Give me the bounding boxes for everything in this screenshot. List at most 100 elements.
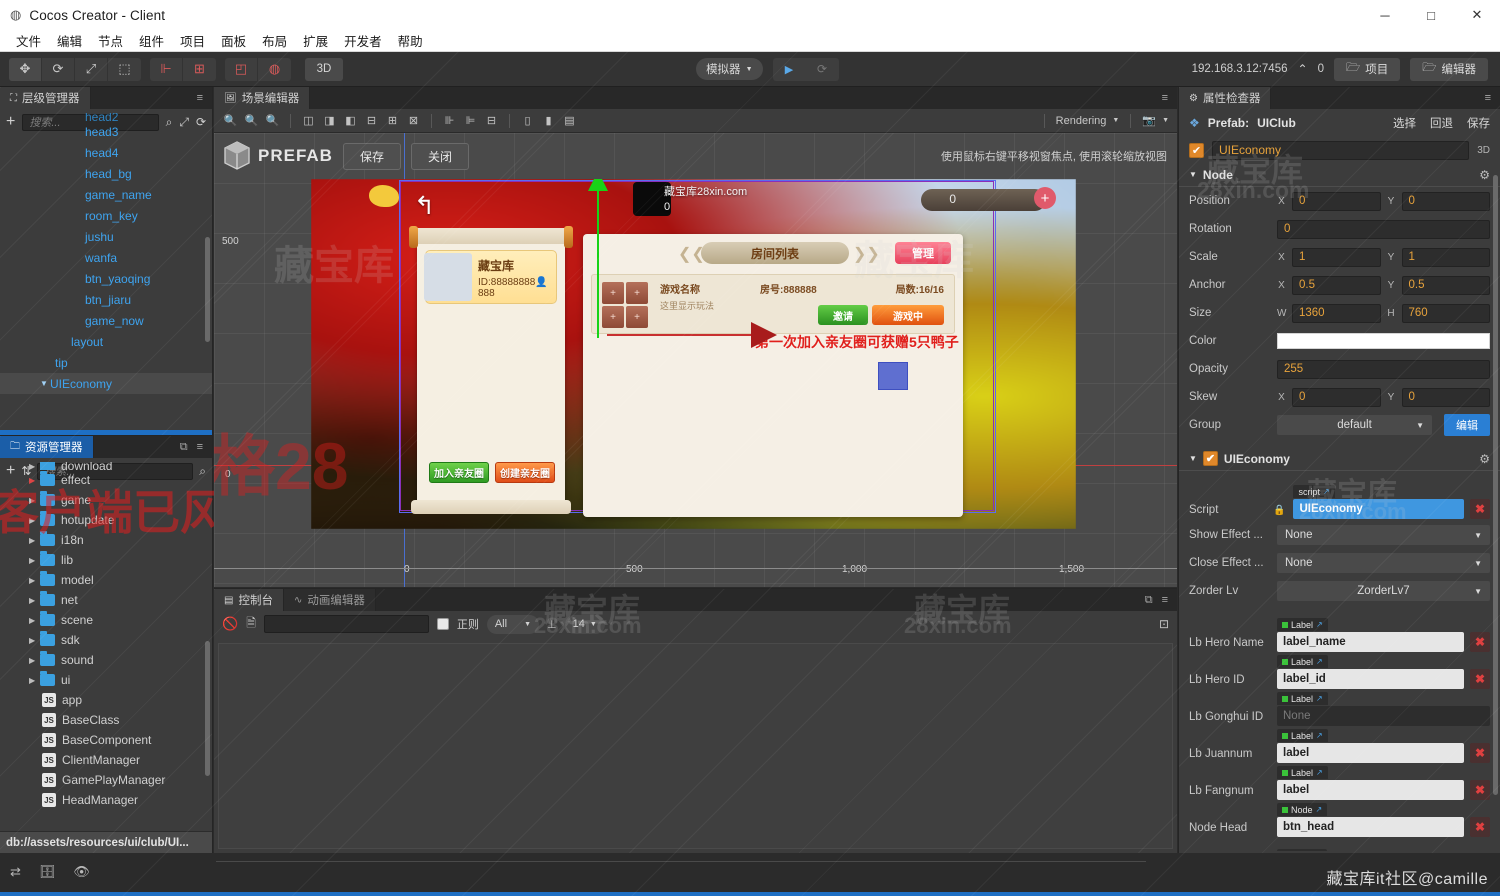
asset-row[interactable]: JS BaseComponent (0, 730, 212, 750)
chevron-right-icon[interactable]: ▶ (29, 616, 40, 625)
refresh-button[interactable]: ⟳ (806, 58, 839, 81)
prefab-close-button[interactable]: 关闭 (410, 142, 469, 170)
tree-node[interactable]: head3 (0, 121, 212, 142)
menu-layout[interactable]: 布局 (254, 29, 295, 52)
rendering-select-label[interactable]: Rendering (1056, 115, 1107, 127)
link-icon[interactable]: ↗ (1316, 657, 1323, 666)
size-h-input[interactable]: 760 (1401, 303, 1490, 323)
align-center-h-icon[interactable]: ◨ (321, 112, 338, 129)
asset-row[interactable]: ▶ sound (0, 650, 212, 670)
tree-node[interactable]: room_key (0, 205, 212, 226)
tree-node[interactable]: btn_yaoqing (0, 268, 212, 289)
simulator-select[interactable]: 模拟器 ▼ (696, 58, 763, 80)
chevron-down-icon[interactable]: ▼ (1112, 117, 1119, 124)
project-button[interactable]: 🗁 项目 (1333, 57, 1401, 81)
join-club-button[interactable]: 加入亲友圈 (429, 462, 489, 483)
tree-node[interactable]: game_now (0, 310, 212, 331)
sync-icon[interactable]: ⇄ (10, 864, 21, 880)
ref-value[interactable]: label (1277, 780, 1464, 800)
maximize-button[interactable]: □ (1408, 0, 1454, 30)
chevron-right-icon[interactable]: ▶ (29, 462, 40, 470)
asset-row[interactable]: ▶ effect (0, 470, 212, 490)
chevron-right-icon[interactable]: ▶ (29, 576, 40, 585)
zoom-reset-icon[interactable]: 🔍 (264, 112, 281, 129)
asset-row[interactable]: ▶ download (0, 462, 212, 470)
asset-row[interactable]: JS ClientManager (0, 750, 212, 770)
group-edit-button[interactable]: 编辑 (1444, 414, 1490, 436)
tree-node[interactable]: head4 (0, 142, 212, 163)
gizmo-y-axis[interactable] (597, 179, 599, 338)
asset-row[interactable]: ▶ ui (0, 670, 212, 690)
align-node-c-icon[interactable]: ▤ (561, 112, 578, 129)
prefab-select-action[interactable]: 选择 (1393, 115, 1416, 131)
collapse-icon[interactable]: ⊡ (1159, 617, 1169, 631)
ref-value[interactable]: label_id (1277, 669, 1464, 689)
link-icon[interactable]: ↗ (1316, 805, 1323, 814)
font-size-select[interactable]: 14 ▼ (564, 614, 605, 634)
scale-y-input[interactable]: 1 (1401, 247, 1490, 267)
scene-canvas[interactable]: 500 0 0 500 1,000 1,500 ↰ 藏宝库28xin.com 0 (214, 133, 1177, 587)
console-output[interactable] (214, 641, 1177, 853)
chevron-right-icon[interactable]: ▶ (29, 636, 40, 645)
tree-node[interactable]: wanfa (0, 247, 212, 268)
prefab-save-action[interactable]: 保存 (1467, 115, 1490, 131)
tree-node[interactable]: head_bg (0, 163, 212, 184)
rect-tool-icon[interactable]: ⬚ (108, 58, 141, 81)
chevron-right-icon[interactable]: ▶ (29, 656, 40, 665)
local-coord-icon[interactable]: ◰ (225, 57, 258, 81)
asset-row[interactable]: ▶ net (0, 590, 212, 610)
database-icon[interactable]: 🗄 (39, 864, 56, 880)
game-preview-stage[interactable]: ↰ 藏宝库28xin.com 0 0 + 藏宝库 ID:88888888👤888… (311, 179, 1076, 529)
align-bottom-icon[interactable]: ⊠ (405, 112, 422, 129)
console-popout-icon[interactable]: ⧉ (1145, 594, 1153, 607)
file-icon[interactable]: 🗎 (246, 614, 256, 635)
chevron-right-icon[interactable]: ▶ (29, 556, 40, 565)
tree-node[interactable]: layout (0, 331, 212, 352)
anchor-y-input[interactable]: 0.5 (1401, 275, 1490, 295)
inspector-menu-icon[interactable]: ≡ (1485, 92, 1491, 104)
asset-row[interactable]: JS GamePlayManager (0, 770, 212, 790)
asset-row[interactable]: JS BaseClass (0, 710, 212, 730)
opacity-input[interactable]: 255 (1277, 359, 1490, 379)
prefab-save-button[interactable]: 保存 (342, 142, 401, 170)
clear-ref-button[interactable]: ✖ (1470, 743, 1490, 763)
prefab-revert-action[interactable]: 回退 (1430, 115, 1453, 131)
menu-panel[interactable]: 面板 (213, 29, 254, 52)
component-section-header[interactable]: ▼ ✔ UIEconomy ⚙ (1179, 447, 1500, 471)
tree-node[interactable]: head2 (0, 113, 212, 121)
inspector-scrollbar[interactable] (1493, 175, 1498, 795)
gear-icon[interactable]: ⚙ (1479, 168, 1490, 182)
node-name-input[interactable]: UIEconomy (1212, 140, 1470, 160)
distribute-h-icon[interactable]: ⊪ (441, 112, 458, 129)
scene-menu-icon[interactable]: ≡ (1162, 92, 1168, 104)
asset-row[interactable]: ▶ game (0, 490, 212, 510)
clear-ref-button[interactable]: ✖ (1470, 817, 1490, 837)
align-middle-icon[interactable]: ⊞ (384, 112, 401, 129)
pivot-toggle-icon[interactable]: ⊩ (150, 57, 183, 81)
menu-edit[interactable]: 编辑 (49, 29, 90, 52)
link-icon[interactable]: ↗ (1316, 731, 1323, 740)
link-icon[interactable]: ↗ (1323, 487, 1330, 496)
scale-tool-icon[interactable]: ⤢ (75, 57, 108, 81)
tab-animation-editor[interactable]: ∿ 动画编辑器 (283, 589, 376, 611)
align-right-icon[interactable]: ◧ (342, 112, 359, 129)
zoom-out-icon[interactable]: 🔍 (243, 112, 260, 129)
clear-ref-button[interactable]: ✖ (1470, 632, 1490, 652)
ref-value[interactable]: label_name (1277, 632, 1464, 652)
asset-row[interactable]: ▶ hotupdate (0, 510, 212, 530)
node-section-header[interactable]: ▼ Node ⚙ (1179, 163, 1500, 187)
asset-row[interactable]: ▶ i18n (0, 530, 212, 550)
tree-node[interactable] (0, 394, 212, 400)
distribute-v-icon[interactable]: ⊫ (462, 112, 479, 129)
camera-icon[interactable]: 📷 (1142, 114, 1156, 127)
minimize-button[interactable]: ─ (1362, 0, 1408, 30)
gizmo-x-axis[interactable] (607, 334, 757, 336)
tab-scene-editor[interactable]: 🖼 场景编辑器 (214, 87, 311, 109)
ref-value[interactable]: label (1277, 743, 1464, 763)
console-filter-input[interactable] (263, 615, 429, 633)
asset-row[interactable]: ▶ sdk (0, 630, 212, 650)
tree-node[interactable]: game_name (0, 184, 212, 205)
assets-popout-icon[interactable]: ⧉ (180, 441, 188, 454)
tree-node[interactable]: jushu (0, 226, 212, 247)
zoom-in-icon[interactable]: 🔍 (222, 112, 239, 129)
